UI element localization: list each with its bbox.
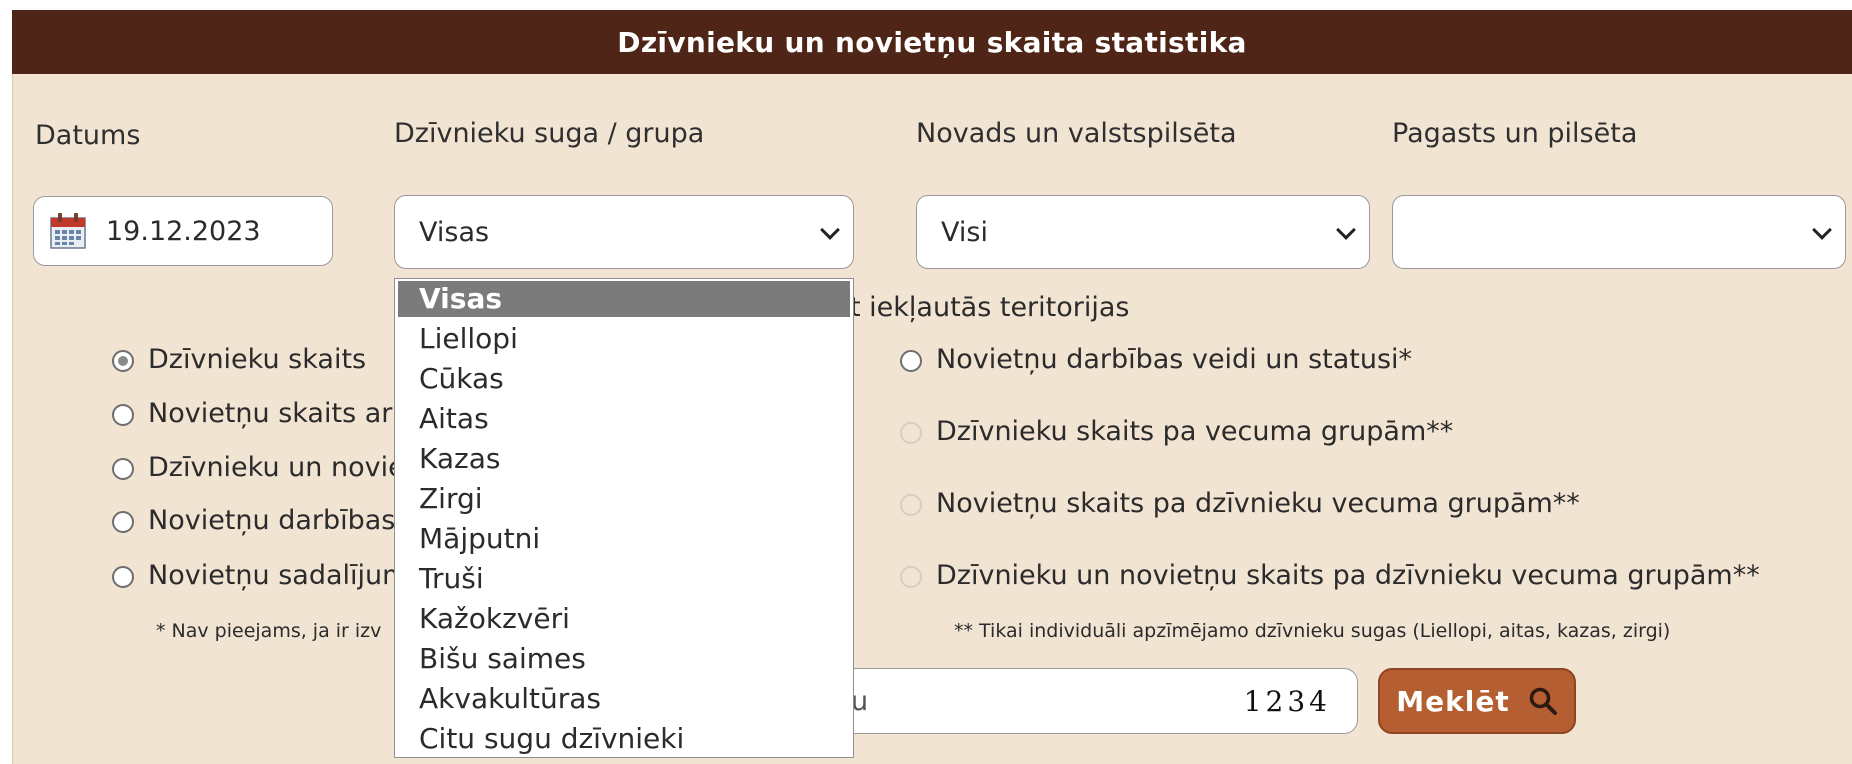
radio-label: Novietņu skaits pa dzīvnieku vecuma grup…	[936, 488, 1580, 519]
radio-holding-activities[interactable]	[112, 511, 134, 533]
species-label: Dzīvnieku suga / grupa	[394, 118, 705, 149]
radio-label: Dzīvnieku un novie	[148, 452, 405, 483]
dropdown-option[interactable]: Aitas	[395, 399, 853, 439]
search-button-label: Meklēt	[1396, 684, 1510, 718]
date-value: 19.12.2023	[106, 215, 261, 247]
dropdown-option[interactable]: Akvakultūras	[395, 679, 853, 719]
date-label: Datums	[35, 120, 141, 151]
species-select-value: Visas	[419, 216, 490, 248]
parish-label: Pagasts un pilsēta	[1392, 118, 1638, 149]
radio-label: Novietņu darbības veidi un statusi*	[936, 344, 1413, 375]
radio-animal-holding-age-groups[interactable]	[900, 566, 922, 588]
radio-label: Novietņu darbības	[148, 505, 396, 536]
radio-label: Dzīvnieku un novietņu skaits pa dzīvniek…	[936, 560, 1760, 591]
search-button[interactable]: Meklēt	[1378, 668, 1576, 734]
footnote-left: * Nav pieejams, ja ir izv	[156, 620, 382, 642]
parish-select[interactable]	[1392, 195, 1846, 269]
dropdown-option-selected[interactable]: Visas	[398, 281, 850, 317]
species-select[interactable]: Visas	[394, 195, 854, 269]
radio-holding-age-groups[interactable]	[900, 494, 922, 516]
captcha-digits: 1234	[1243, 684, 1331, 718]
chevron-down-icon	[1336, 220, 1356, 240]
page-title: Dzīvnieku un novietņu skaita statistika	[12, 10, 1852, 74]
radio-holding-distribution[interactable]	[112, 566, 134, 588]
dropdown-option[interactable]: Citu sugu dzīvnieki	[395, 719, 853, 757]
radio-label: Novietņu sadalījum	[148, 560, 409, 591]
dropdown-option[interactable]: Cūkas	[395, 359, 853, 399]
radio-animal-count[interactable]	[112, 350, 134, 372]
dropdown-option[interactable]: Kažokzvēri	[395, 599, 853, 639]
county-label: Novads un valstspilsēta	[916, 118, 1237, 149]
chevron-down-icon	[1812, 220, 1832, 240]
dropdown-option[interactable]: Liellopi	[395, 319, 853, 359]
chevron-down-icon	[820, 220, 840, 240]
radio-animal-holding-count[interactable]	[112, 458, 134, 480]
dropdown-option[interactable]: Bišu saimes	[395, 639, 853, 679]
radio-holding-count[interactable]	[112, 404, 134, 426]
territory-checkbox-label: t iekļautās teritorijas	[850, 292, 1130, 323]
radio-label: Dzīvnieku skaits pa vecuma grupām**	[936, 416, 1454, 447]
radio-animal-age-groups[interactable]	[900, 422, 922, 444]
calendar-icon[interactable]	[48, 211, 88, 251]
search-icon	[1529, 687, 1557, 715]
species-dropdown-list[interactable]: Visas Liellopi Cūkas Aitas Kazas Zirgi M…	[394, 278, 854, 758]
dropdown-option[interactable]: Zirgi	[395, 479, 853, 519]
footnote-right: ** Tikai individuāli apzīmējamo dzīvniek…	[954, 620, 1671, 642]
radio-label: Novietņu skaits ar	[148, 398, 393, 429]
radio-holding-activity-types[interactable]	[900, 350, 922, 372]
radio-label: Dzīvnieku skaits	[148, 344, 367, 375]
dropdown-option[interactable]: Kazas	[395, 439, 853, 479]
dropdown-option[interactable]: Mājputni	[395, 519, 853, 559]
county-select-value: Visi	[941, 216, 988, 248]
county-select[interactable]: Visi	[916, 195, 1370, 269]
dropdown-option[interactable]: Truši	[395, 559, 853, 599]
